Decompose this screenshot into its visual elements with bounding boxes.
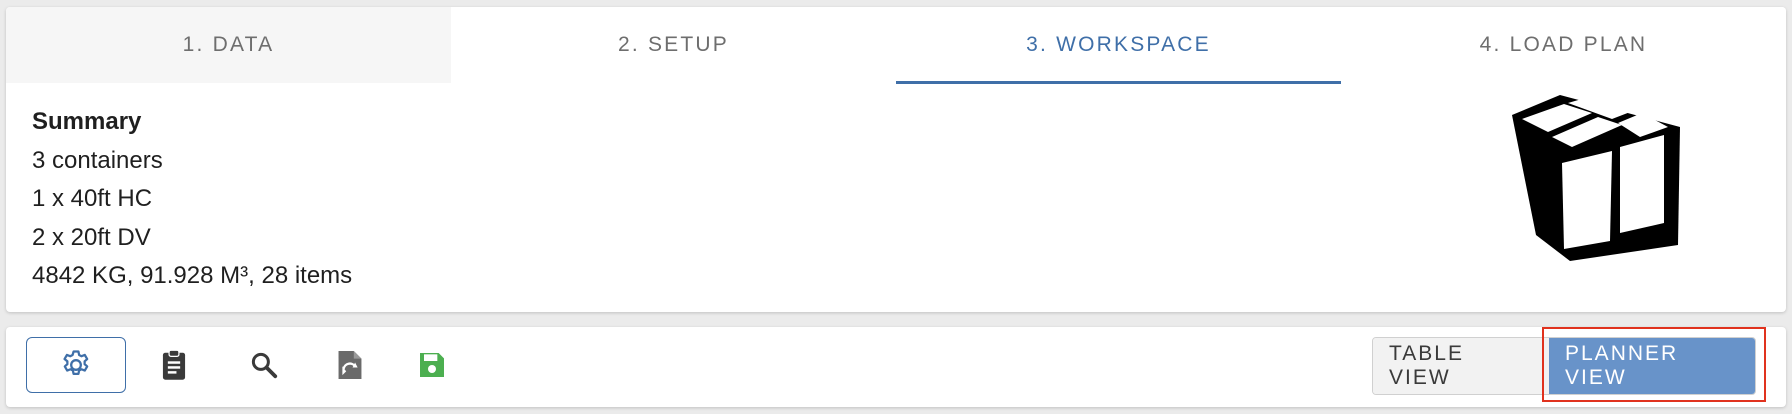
summary-40ft-hc: 1 x 40ft HC: [32, 185, 153, 212]
gear-icon: [59, 348, 93, 382]
table-view-button[interactable]: TABLE VIEW: [1373, 338, 1549, 394]
stepper-tabs: 1. DATA 2. SETUP 3. WORKSPACE 4. LOAD PL…: [6, 7, 1786, 84]
tab-load-plan[interactable]: 4. LOAD PLAN: [1341, 7, 1786, 83]
summary-title: Summary: [32, 108, 142, 135]
clipboard-button[interactable]: [124, 337, 224, 393]
search-icon: [249, 350, 279, 380]
save-button[interactable]: [382, 337, 482, 393]
summary-totals: 4842 KG, 91.928 M³, 28 items: [32, 262, 353, 289]
summary-20ft-dv: 2 x 20ft DV: [32, 223, 151, 251]
box-icon: [1500, 95, 1700, 295]
clipboard-icon: [159, 349, 189, 381]
search-button[interactable]: [214, 337, 314, 393]
app-root: 1. DATA 2. SETUP 3. WORKSPACE 4. LOAD PL…: [0, 0, 1792, 414]
save-icon: [416, 349, 448, 381]
tab-data[interactable]: 1. DATA: [6, 7, 451, 83]
summary-containers: 3 containers: [32, 146, 163, 174]
summary-panel: Summary 3 containers 1 x 40ft HC 2 x 20f…: [32, 103, 352, 296]
settings-button[interactable]: [26, 337, 126, 393]
view-toggle: TABLE VIEW PLANNER VIEW: [1372, 337, 1756, 395]
tab-setup[interactable]: 2. SETUP: [451, 7, 896, 83]
file-import-icon: [336, 348, 364, 382]
planner-view-button[interactable]: PLANNER VIEW: [1549, 338, 1755, 394]
workspace-card: 1. DATA 2. SETUP 3. WORKSPACE 4. LOAD PL…: [6, 7, 1786, 312]
tab-workspace[interactable]: 3. WORKSPACE: [896, 7, 1341, 84]
toolbar: TABLE VIEW PLANNER VIEW: [6, 327, 1786, 407]
